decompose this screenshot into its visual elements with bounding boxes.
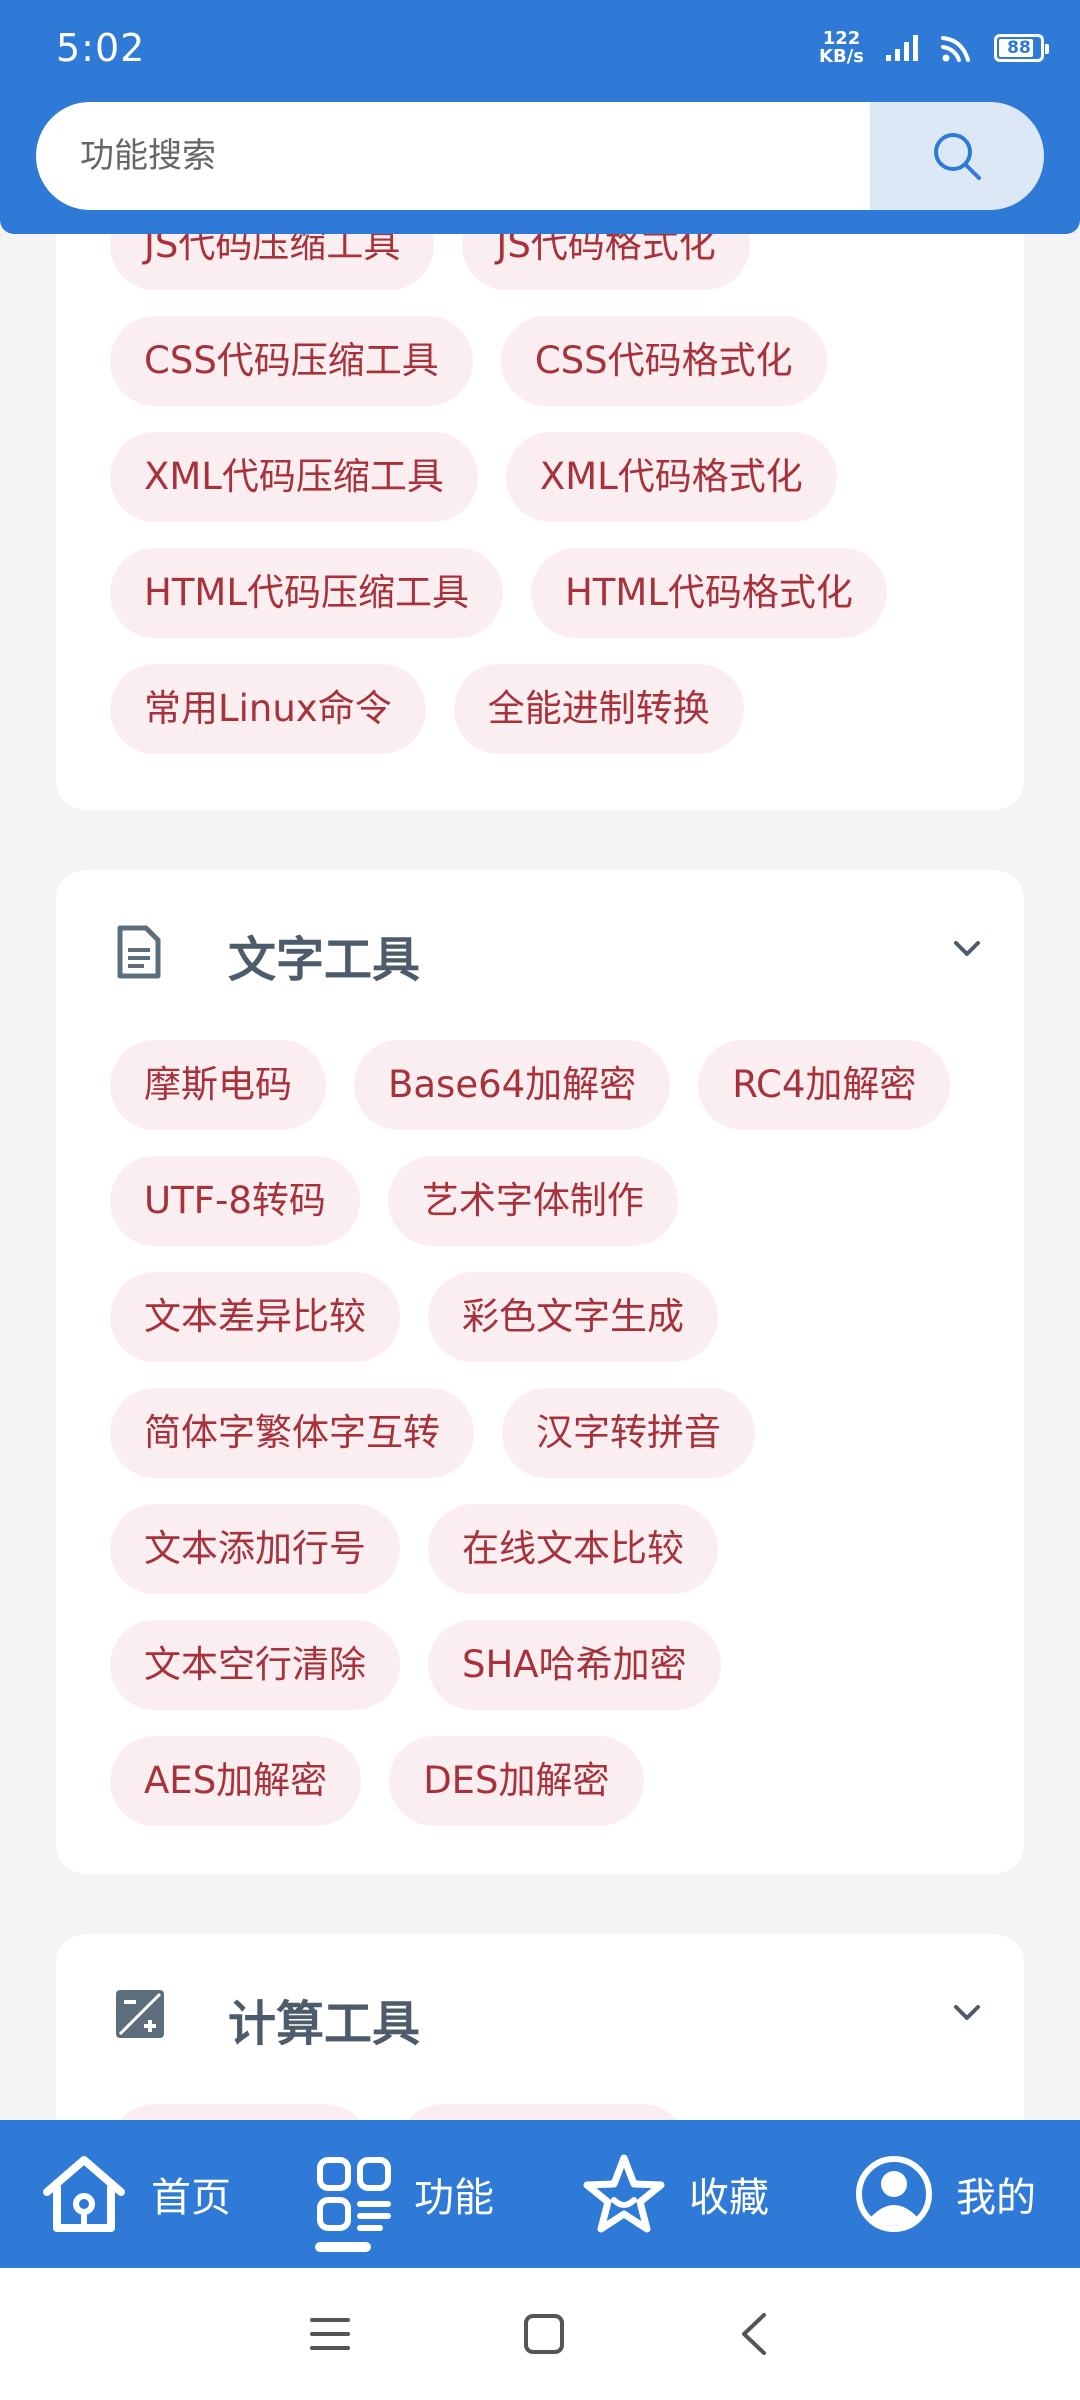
star-icon	[583, 2154, 665, 2233]
nav-label-profile: 我的	[956, 2175, 1036, 2221]
chip-rc4[interactable]: RC4加解密	[698, 1040, 951, 1130]
chip-aes[interactable]: AES加解密	[110, 1736, 362, 1826]
chip-html-format[interactable]: HTML代码格式化	[530, 548, 887, 638]
nav-label-favorites: 收藏	[689, 2175, 769, 2221]
chevron-down-icon[interactable]	[950, 1996, 984, 2030]
chip-utf8[interactable]: UTF-8转码	[110, 1156, 360, 1246]
chip-morse[interactable]: 摩斯电码	[110, 1040, 326, 1130]
card-code-tools: JS代码压缩工具 JS代码格式化 CSS代码压缩工具 CSS代码格式化 XML代…	[56, 160, 1024, 810]
nav-label-features: 功能	[414, 2175, 494, 2221]
card-text-tools: 文字工具 摩斯电码 Base64加解密 RC4加解密 UTF-8转码 艺术字体制…	[56, 870, 1024, 1874]
grid-list-icon	[317, 2157, 391, 2231]
home-icon	[43, 2156, 125, 2232]
chip-color-text[interactable]: 彩色文字生成	[428, 1272, 718, 1362]
nav-item-favorites[interactable]: 收藏	[540, 2120, 810, 2268]
chip-html-compress[interactable]: HTML代码压缩工具	[110, 548, 503, 638]
search-icon	[934, 133, 981, 180]
chip-sha[interactable]: SHA哈希加密	[428, 1620, 721, 1710]
chip-css-format[interactable]: CSS代码格式化	[500, 316, 827, 406]
chip-list: 摩斯电码 Base64加解密 RC4加解密 UTF-8转码 艺术字体制作 文本差…	[56, 1040, 1024, 1852]
chevron-down-icon[interactable]	[950, 932, 984, 966]
nav-item-features[interactable]: 功能	[270, 2120, 540, 2268]
chip-xml-compress[interactable]: XML代码压缩工具	[110, 432, 478, 522]
chip-css-compress[interactable]: CSS代码压缩工具	[110, 316, 473, 406]
chip-pinyin[interactable]: 汉字转拼音	[502, 1388, 755, 1478]
home-square-icon[interactable]	[522, 2312, 566, 2356]
chip-des[interactable]: DES加解密	[389, 1736, 644, 1826]
menu-icon[interactable]	[308, 2314, 352, 2354]
header: 5:02 122 KB/s 88	[0, 0, 1080, 234]
calculator-icon	[116, 1990, 164, 2038]
chip-blank-lines[interactable]: 文本空行清除	[110, 1620, 400, 1710]
wifi-icon	[941, 36, 970, 62]
chip-simp-trad[interactable]: 简体字繁体字互转	[110, 1388, 474, 1478]
chip-list: JS代码压缩工具 JS代码格式化 CSS代码压缩工具 CSS代码格式化 XML代…	[56, 160, 1024, 780]
nav-item-home[interactable]: 首页	[0, 2120, 270, 2268]
chip-xml-format[interactable]: XML代码格式化	[505, 432, 837, 522]
battery-icon: 88	[994, 34, 1049, 62]
system-nav-bar	[0, 2268, 1080, 2400]
search-button[interactable]	[870, 102, 1044, 210]
chip-base-convert[interactable]: 全能进制转换	[453, 664, 744, 754]
network-speed: 122 KB/s	[819, 28, 864, 67]
signal-icon	[886, 35, 918, 61]
nav-item-profile[interactable]: 我的	[810, 2120, 1080, 2268]
nav-label-home: 首页	[151, 2175, 231, 2221]
user-icon	[856, 2156, 932, 2232]
back-icon[interactable]	[736, 2311, 772, 2357]
status-icons: 122 KB/s 88	[819, 28, 1049, 67]
chip-online-compare[interactable]: 在线文本比较	[428, 1504, 718, 1594]
category-title: 计算工具	[228, 1996, 421, 2052]
search-bar	[36, 102, 1044, 210]
status-time: 5:02	[56, 26, 146, 70]
bottom-nav: 首页 功能 收藏 我的	[0, 2120, 1080, 2268]
card-header[interactable]: 文字工具	[56, 870, 1024, 1040]
chip-base64[interactable]: Base64加解密	[354, 1040, 671, 1130]
active-indicator	[315, 2242, 371, 2252]
chip-art-font[interactable]: 艺术字体制作	[387, 1156, 678, 1246]
chip-line-numbers[interactable]: 文本添加行号	[110, 1504, 400, 1594]
card-header[interactable]: 计算工具	[56, 1934, 1024, 2104]
category-title: 文字工具	[228, 932, 421, 988]
chip-linux-commands[interactable]: 常用Linux命令	[110, 664, 426, 754]
chip-text-diff[interactable]: 文本差异比较	[110, 1272, 400, 1362]
document-icon	[117, 925, 161, 979]
search-input[interactable]	[36, 102, 870, 210]
